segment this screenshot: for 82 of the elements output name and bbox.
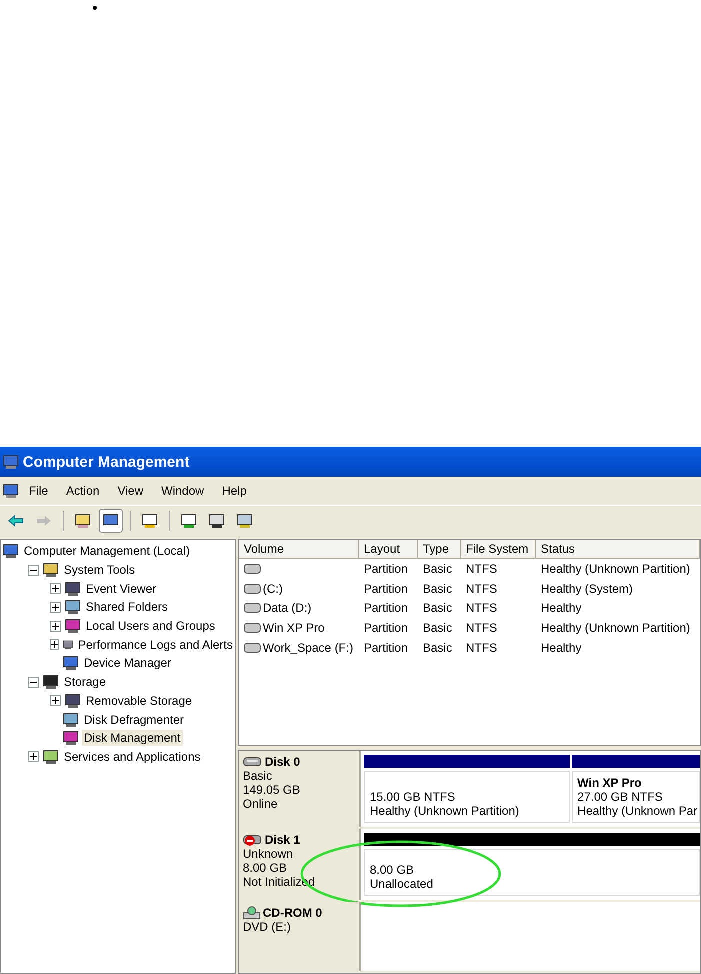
left-arrow-icon (8, 515, 24, 527)
table-cell: NTFS (466, 562, 498, 576)
expand-icon[interactable] (50, 583, 61, 594)
tree-item[interactable]: Storage (62, 674, 108, 690)
disk-detail: DVD (E:) (243, 920, 292, 934)
tree-item[interactable]: Event Viewer (84, 580, 158, 597)
menu-item[interactable]: View (110, 482, 152, 500)
drive-icon (244, 603, 261, 614)
table-cell: Partition (364, 582, 408, 596)
table-cell: Healthy (541, 601, 582, 616)
menu-item[interactable]: Action (58, 482, 108, 500)
table-cell: Partition (364, 620, 408, 635)
column-header[interactable]: Status (536, 540, 700, 559)
disk-detail: Online (243, 797, 279, 811)
bullet-icon (93, 6, 97, 10)
table-cell: Basic (423, 562, 452, 576)
table-cell: Work_Space (F:) (263, 640, 354, 655)
tree-item[interactable]: Removable Storage (84, 692, 194, 709)
tree-item[interactable]: Computer Management (Local) (22, 543, 192, 560)
right-arrow-icon (36, 515, 52, 527)
table-cell: Healthy (Unknown Partition) (541, 620, 690, 635)
collapse-icon[interactable] (28, 564, 39, 576)
disk-detail: 149.05 GB (243, 783, 302, 797)
table-cell: Data (D:) (263, 601, 312, 616)
table-cell: Partition (364, 562, 408, 576)
table-cell: Healthy (Unknown Partition) (541, 562, 690, 576)
tree-item[interactable]: Shared Folders (84, 599, 170, 616)
table-cell: Partition (364, 640, 408, 655)
tree-item[interactable]: Disk Management (82, 730, 183, 746)
expand-icon[interactable] (50, 602, 61, 613)
tree-item[interactable]: Local Users and Groups (84, 618, 218, 634)
drive-icon (244, 642, 261, 653)
table-cell: Healthy (System) (541, 582, 634, 596)
expand-icon[interactable] (50, 639, 59, 650)
table-cell: Basic (423, 601, 452, 616)
table-cell: Basic (423, 640, 452, 655)
partition-detail: 15.00 GB NTFS (370, 790, 456, 804)
disk-name: CD-ROM 0 (263, 906, 322, 920)
drive-icon (244, 584, 261, 594)
column-header[interactable]: Volume (239, 540, 359, 559)
column-header[interactable]: File System (461, 540, 536, 559)
computer-icon (3, 543, 19, 560)
computer-icon (3, 454, 19, 470)
table-cell: NTFS (466, 640, 498, 655)
tree-item[interactable]: Device Manager (82, 655, 174, 672)
menu-item[interactable]: Window (154, 482, 212, 500)
expand-icon[interactable] (50, 695, 61, 706)
tree-item[interactable]: Services and Applications (62, 748, 203, 765)
table-cell: NTFS (466, 601, 498, 616)
table-cell: NTFS (466, 620, 498, 635)
expand-icon[interactable] (50, 620, 61, 632)
partition-detail: 27.00 GB NTFS (578, 790, 664, 804)
menu-item[interactable]: Help (214, 482, 255, 500)
menu-item[interactable]: File (21, 482, 56, 500)
computer-icon (3, 483, 19, 499)
console-tree-button[interactable] (99, 509, 123, 533)
window-title: Computer Management (23, 454, 190, 470)
table-cell: NTFS (466, 582, 498, 596)
partition-detail: Healthy (Unknown Partition) (370, 804, 520, 818)
disk-name: Disk 0 (265, 755, 300, 769)
column-header[interactable]: Layout (359, 540, 418, 559)
disk-detail: Basic (243, 769, 274, 783)
table-cell: Healthy (541, 640, 582, 655)
table-cell: Partition (364, 601, 408, 616)
partition-detail: 8.00 GB (370, 862, 416, 877)
disk-detail: Unknown (243, 847, 294, 861)
table-cell: Basic (423, 620, 452, 635)
table-cell: Win XP Pro (263, 620, 325, 635)
table-cell: Basic (423, 582, 452, 596)
drive-icon (244, 622, 261, 633)
table-cell: (C:) (263, 582, 283, 596)
tree-item[interactable]: Disk Defragmenter (82, 712, 186, 728)
disk-detail: 8.00 GB (243, 861, 288, 875)
tree-item[interactable]: Performance Logs and Alerts (76, 636, 235, 653)
partition-detail: Unallocated (370, 876, 434, 891)
collapse-icon[interactable] (28, 676, 39, 688)
disk-name: Disk 1 (265, 833, 300, 847)
expand-icon[interactable] (28, 751, 39, 762)
partition-name: Win XP Pro (578, 776, 643, 790)
drive-icon (244, 564, 261, 574)
tree-item[interactable]: System Tools (62, 562, 138, 578)
column-header[interactable]: Type (418, 540, 461, 559)
